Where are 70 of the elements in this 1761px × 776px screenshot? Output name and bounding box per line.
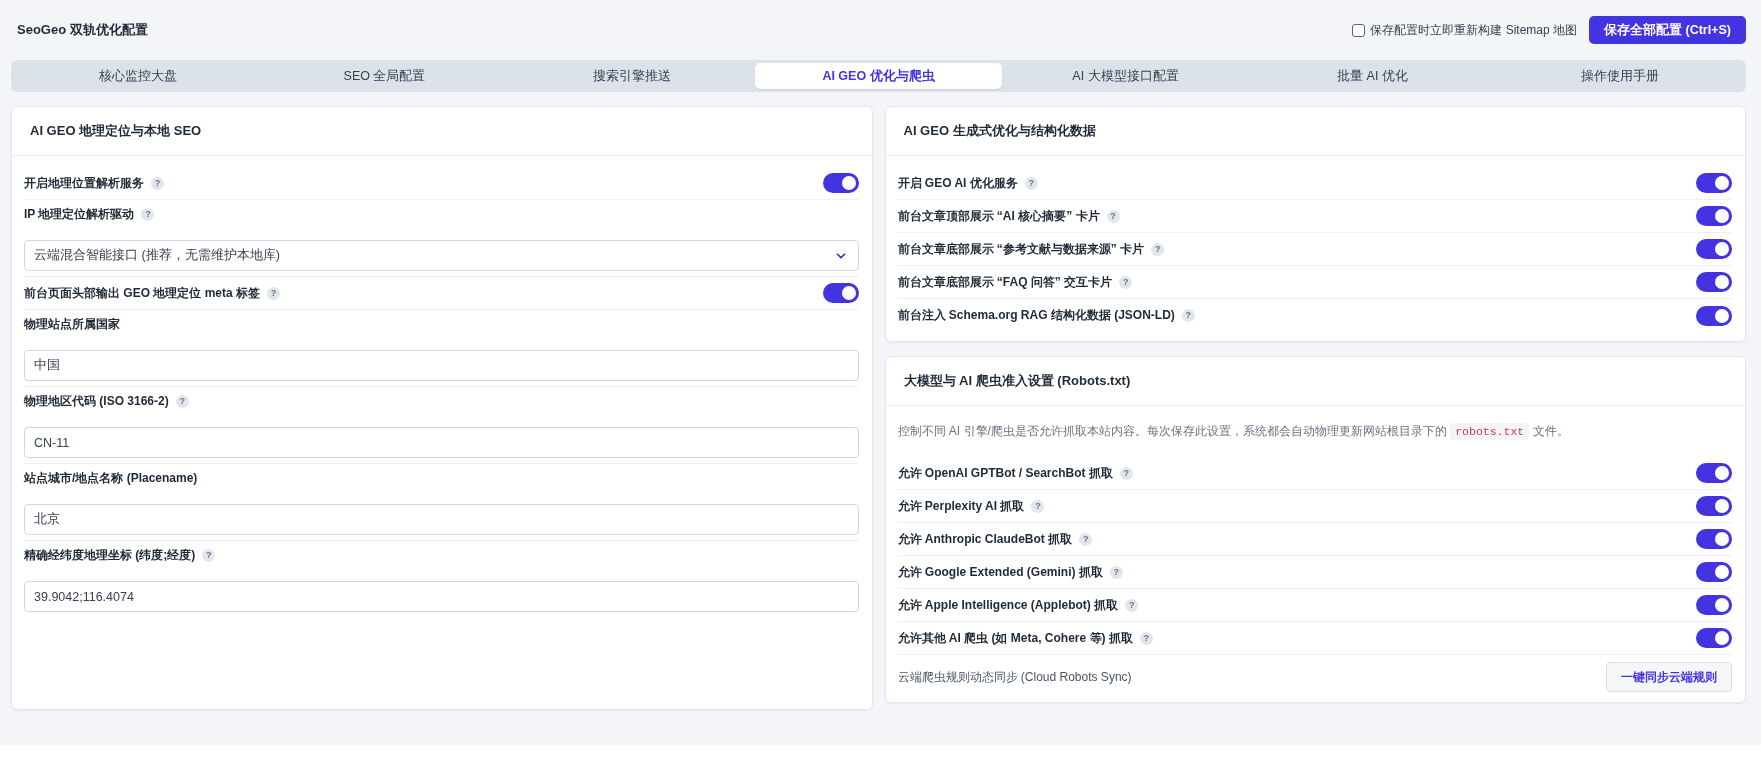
sync-button[interactable]: 一键同步云端规则 bbox=[1606, 662, 1732, 692]
setting-label: 允许 Google Extended (Gemini) 抓取 bbox=[897, 563, 1103, 581]
toggle-switch[interactable] bbox=[1696, 239, 1732, 259]
panel-title: AI GEO 生成式优化与结构化数据 bbox=[903, 122, 1096, 140]
save-button[interactable]: 保存全部配置 (Ctrl+S) bbox=[1589, 16, 1746, 44]
text-input[interactable]: 北京 bbox=[24, 504, 859, 535]
checkbox[interactable] bbox=[1352, 23, 1366, 37]
toggle-switch[interactable] bbox=[1696, 463, 1732, 483]
description-text: 控制不同 AI 引擎/爬虫是否允许抓取本站内容。每次保存此设置，系统都会自动物理更新网站根目录下的 robots.txt 文件。 bbox=[897, 422, 1570, 441]
tab[interactable]: 操作使用手册 bbox=[1496, 63, 1743, 89]
setting-label: 允许 OpenAI GPTBot / SearchBot 抓取 bbox=[897, 464, 1113, 482]
help-icon[interactable]: ? bbox=[1151, 242, 1165, 256]
toggle-switch[interactable] bbox=[1696, 272, 1732, 292]
setting-label: 物理地区代码 (ISO 3166-2) bbox=[24, 392, 169, 410]
code-snippet: robots.txt bbox=[1450, 423, 1530, 440]
setting-label: 开启地理位置解析服务 bbox=[24, 174, 144, 192]
setting-label: 允许 Perplexity AI 抓取 bbox=[897, 497, 1025, 515]
help-icon[interactable]: ? bbox=[1109, 565, 1123, 579]
toggle-switch[interactable] bbox=[1696, 305, 1732, 326]
help-icon[interactable]: ? bbox=[1119, 466, 1133, 480]
help-icon[interactable]: ? bbox=[1139, 631, 1153, 645]
setting-label: 允许其他 AI 爬虫 (如 Meta, Cohere 等) 抓取 bbox=[897, 629, 1133, 647]
help-icon[interactable]: ? bbox=[1119, 275, 1133, 289]
page-title: SeoGeo 双轨优化配置 bbox=[17, 21, 148, 39]
help-icon[interactable]: ? bbox=[267, 286, 281, 300]
setting-label: 前台注入 Schema.org RAG 结构化数据 (JSON-LD) bbox=[897, 307, 1175, 324]
help-icon[interactable]: ? bbox=[1024, 176, 1038, 190]
setting-label: 允许 Apple Intelligence (Applebot) 抓取 bbox=[897, 596, 1119, 614]
text-input[interactable]: 39.9042;116.4074 bbox=[24, 581, 859, 612]
help-icon[interactable]: ? bbox=[1125, 598, 1139, 612]
panel-title: 大模型与 AI 爬虫准入设置 (Robots.txt) bbox=[903, 372, 1131, 390]
help-icon[interactable]: ? bbox=[1106, 209, 1120, 223]
setting-label: IP 地理定位解析驱动 bbox=[24, 205, 135, 223]
toggle-switch[interactable] bbox=[1696, 562, 1732, 582]
help-icon[interactable]: ? bbox=[175, 394, 189, 408]
toggle-switch[interactable] bbox=[1696, 529, 1732, 549]
sync-label: 云端爬虫规则动态同步 (Cloud Robots Sync) bbox=[897, 668, 1132, 686]
toggle-switch[interactable] bbox=[1696, 173, 1732, 193]
toggle-switch[interactable] bbox=[822, 173, 859, 193]
help-icon[interactable]: ? bbox=[141, 207, 155, 221]
setting-label: 前台文章顶部展示 “AI 核心摘要” 卡片 bbox=[897, 207, 1100, 225]
toggle-switch[interactable] bbox=[1696, 595, 1732, 615]
panel-title: AI GEO 地理定位与本地 SEO bbox=[30, 122, 202, 140]
setting-label: 允许 Anthropic ClaudeBot 抓取 bbox=[897, 530, 1073, 548]
text-input[interactable]: CN-11 bbox=[24, 427, 859, 458]
toggle-switch[interactable] bbox=[1696, 206, 1732, 226]
toggle-switch[interactable] bbox=[822, 283, 859, 303]
setting-label: 站点城市/地点名称 (Placename) bbox=[24, 469, 198, 487]
help-icon[interactable]: ? bbox=[1079, 532, 1093, 546]
tab[interactable]: AI 大模型接口配置 bbox=[1002, 63, 1249, 89]
tab[interactable]: AI GEO 优化与爬虫 bbox=[755, 63, 1002, 89]
checkbox-label[interactable]: 保存配置时立即重新构建 Sitemap 地图 bbox=[1370, 21, 1578, 39]
help-icon[interactable]: ? bbox=[151, 176, 164, 190]
help-icon[interactable]: ? bbox=[1181, 309, 1195, 322]
tab[interactable]: 搜索引擎推送 bbox=[508, 63, 755, 89]
toggle-switch[interactable] bbox=[1696, 628, 1732, 648]
text-input[interactable]: 中国 bbox=[24, 350, 859, 381]
setting-label: 前台页面头部输出 GEO 地理定位 meta 标签 bbox=[24, 284, 261, 302]
help-icon[interactable]: ? bbox=[1031, 499, 1045, 513]
toggle-switch[interactable] bbox=[1696, 496, 1732, 516]
setting-label: 开启 GEO AI 优化服务 bbox=[897, 174, 1018, 192]
setting-label: 前台文章底部展示 “FAQ 问答” 交互卡片 bbox=[897, 273, 1113, 291]
tab[interactable]: 批量 AI 优化 bbox=[1249, 63, 1496, 89]
tab[interactable]: 核心监控大盘 bbox=[14, 63, 261, 89]
setting-label: 精确经纬度地理坐标 (纬度;经度) bbox=[24, 546, 196, 564]
setting-label: 物理站点所属国家 bbox=[24, 315, 120, 333]
tab[interactable]: SEO 全局配置 bbox=[261, 63, 508, 89]
select-field[interactable]: 云端混合智能接口 (推荐，无需维护本地库) bbox=[24, 240, 859, 271]
help-icon[interactable]: ? bbox=[202, 548, 216, 562]
setting-label: 前台文章底部展示 “参考文献与数据来源” 卡片 bbox=[897, 240, 1145, 258]
